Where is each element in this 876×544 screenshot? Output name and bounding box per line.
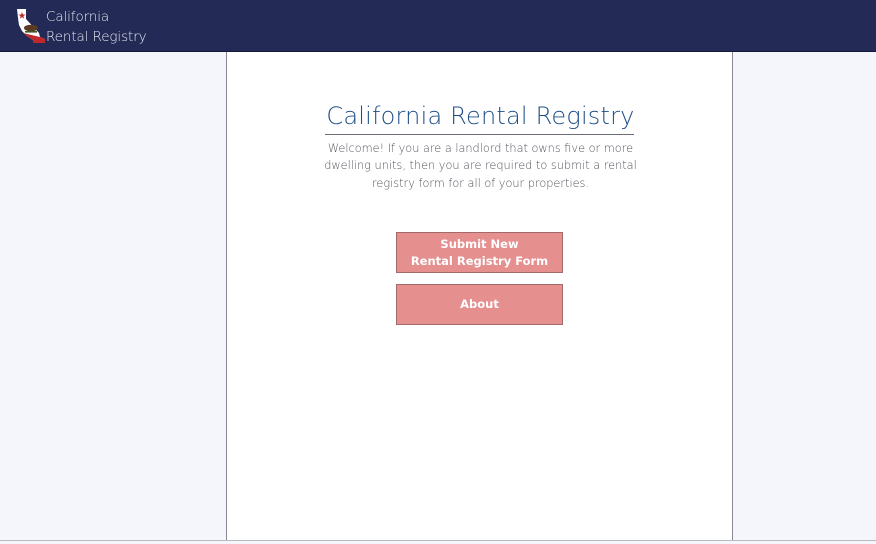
about-button[interactable]: About	[396, 284, 563, 325]
submit-button-line-1: Submit New	[440, 237, 519, 251]
main-content-panel: California Rental Registry Welcome! If y…	[226, 52, 733, 541]
page-title: California Rental Registry	[326, 102, 635, 130]
brand[interactable]: California Rental Registry	[15, 6, 147, 45]
california-flag-map-icon	[17, 9, 45, 43]
welcome-text: Welcome! If you are a landlord that owns…	[324, 142, 637, 190]
brand-line-1: California	[46, 9, 110, 25]
right-margin	[733, 52, 876, 540]
bottom-divider	[0, 540, 876, 541]
title-divider	[325, 134, 634, 135]
left-margin	[0, 52, 226, 540]
submit-new-form-button[interactable]: Submit New Rental Registry Form	[396, 232, 563, 273]
submit-button-line-2: Rental Registry Form	[410, 254, 549, 268]
brand-line-2: Rental Registry	[46, 29, 147, 45]
brand-name: California Rental Registry	[46, 7, 147, 47]
top-navigation-bar: California Rental Registry	[0, 0, 876, 52]
